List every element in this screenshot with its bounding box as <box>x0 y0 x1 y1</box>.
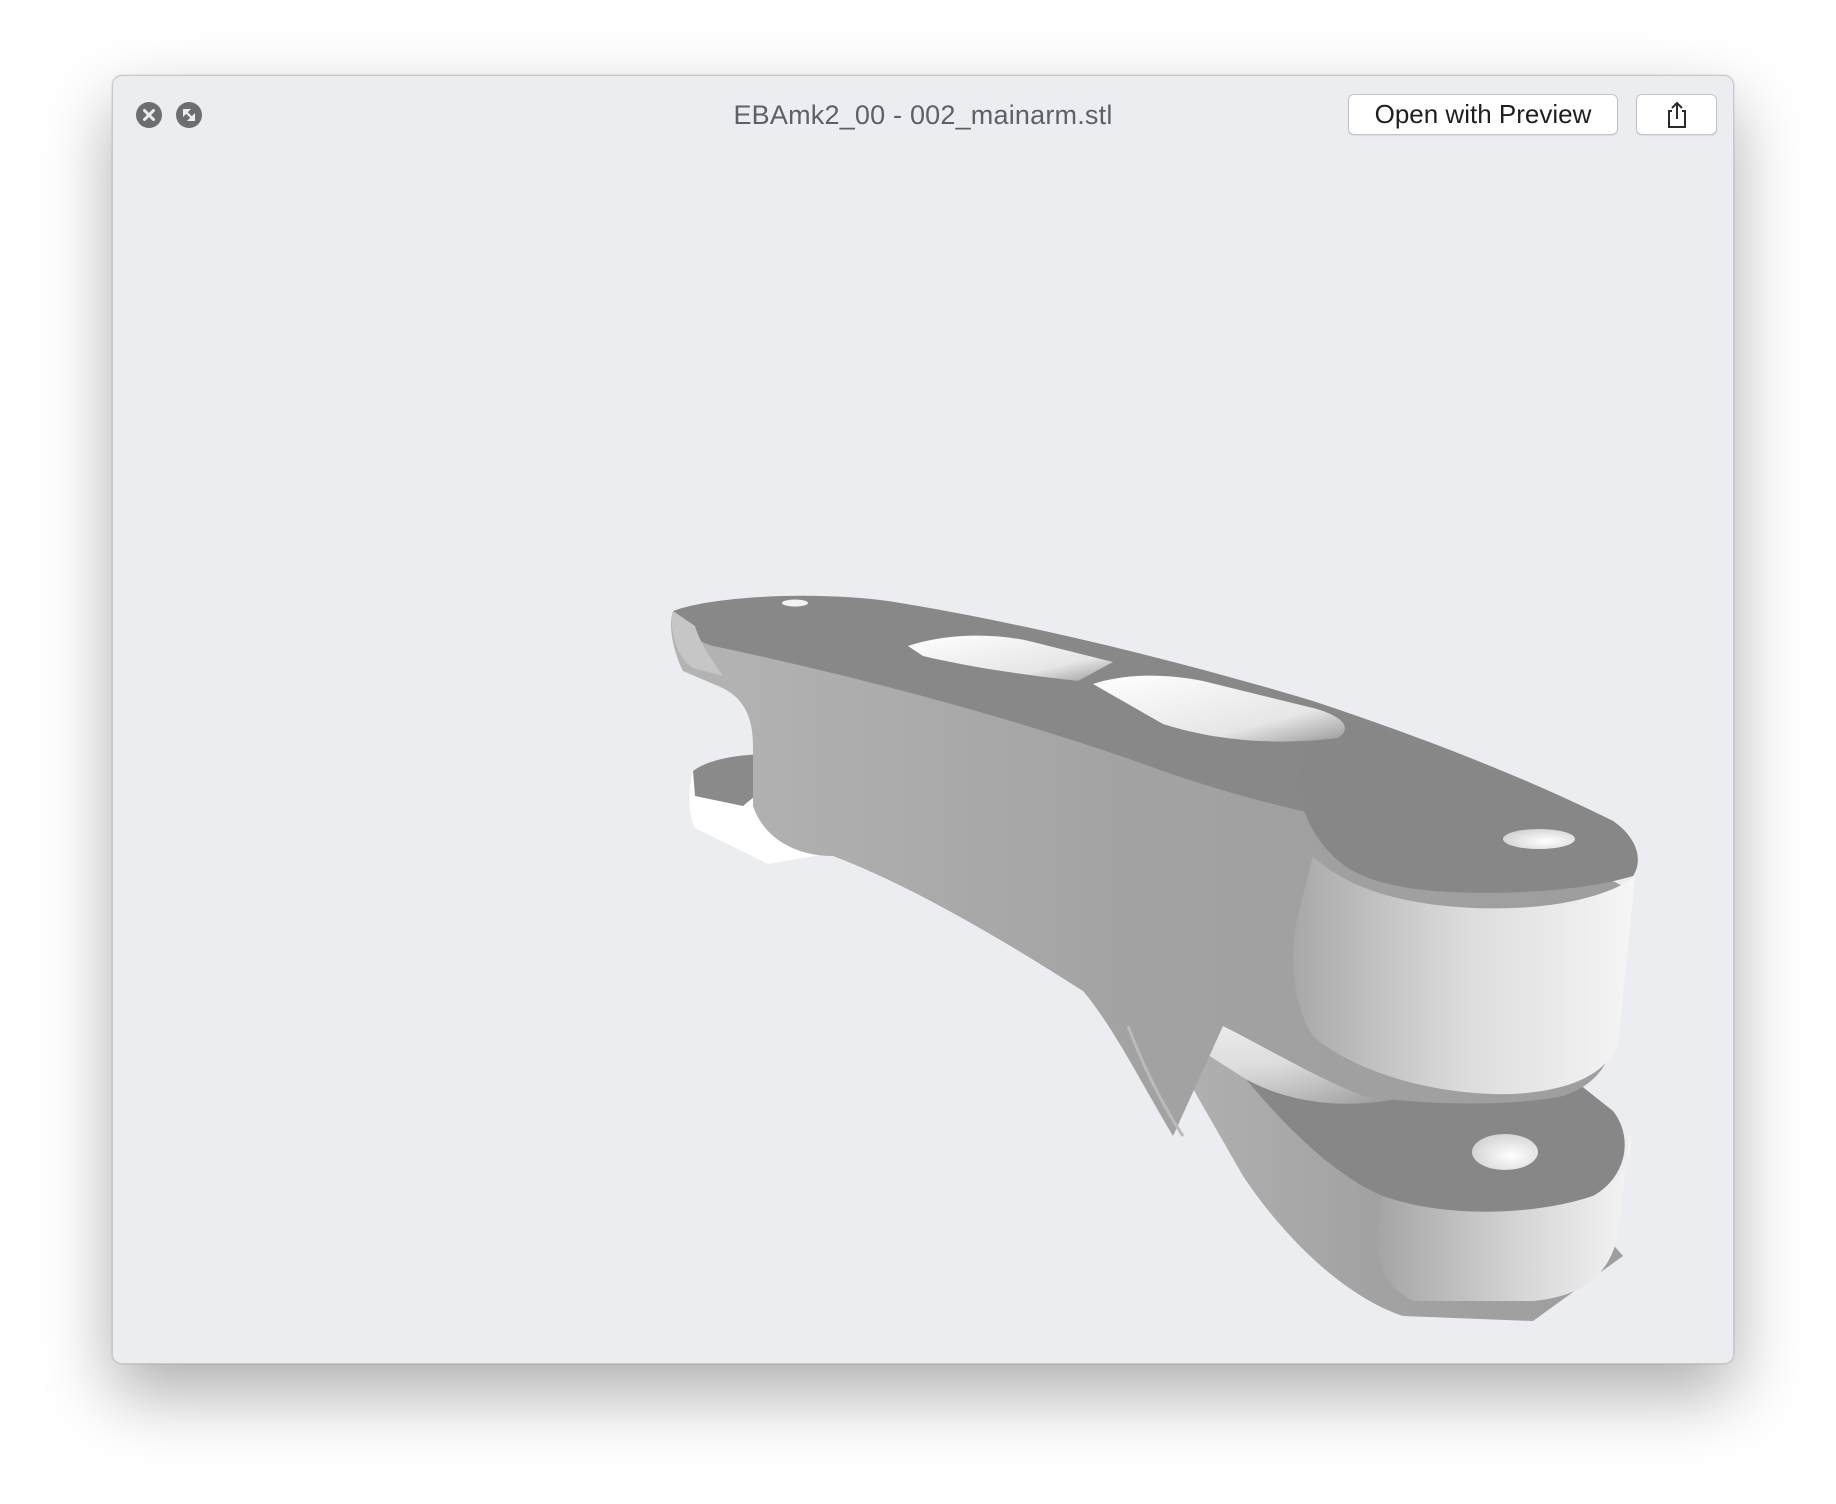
model-viewport[interactable] <box>113 156 1733 1363</box>
left-end-hole <box>782 599 808 607</box>
3d-model-mainarm[interactable] <box>113 156 1733 1363</box>
share-icon <box>1667 101 1686 128</box>
title-bar: EBAmk2_00 - 002_mainarm.stl Open with Pr… <box>113 76 1733 156</box>
open-with-preview-button[interactable]: Open with Preview <box>1348 94 1618 135</box>
share-button[interactable] <box>1636 94 1717 135</box>
quicklook-window: EBAmk2_00 - 002_mainarm.stl Open with Pr… <box>112 75 1734 1364</box>
lower-pivot-hole <box>1472 1134 1538 1170</box>
upper-pivot-hole <box>1503 829 1575 849</box>
